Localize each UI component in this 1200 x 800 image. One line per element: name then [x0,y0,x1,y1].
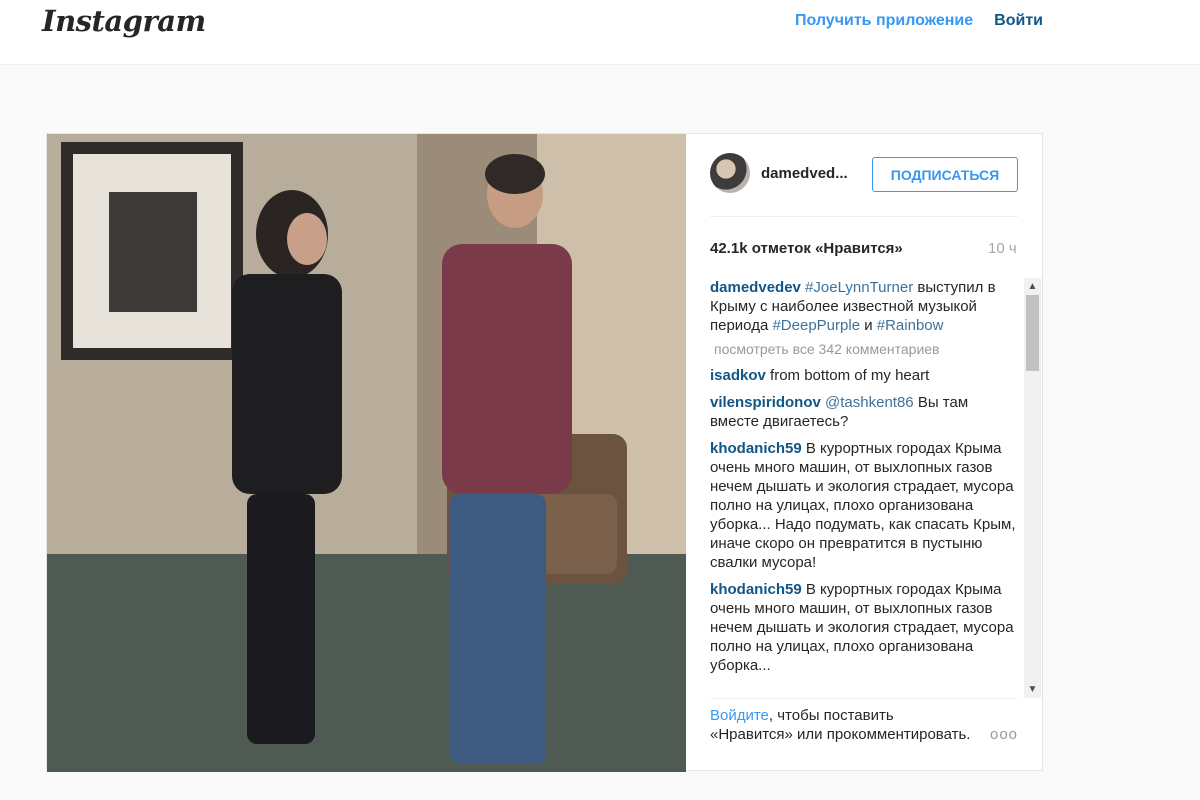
post-photo [47,134,686,772]
author-avatar[interactable] [710,153,750,193]
login-prompt-link[interactable]: Войдите [710,707,769,724]
comments-scrollbar[interactable]: ▲ ▼ [1024,278,1041,698]
author-name[interactable]: damedved... [761,165,848,182]
comment-user[interactable]: isadkov [710,367,766,384]
caption-hashtag[interactable]: #JoeLynnTurner [805,279,913,296]
caption-hashtag[interactable]: #DeepPurple [772,317,860,334]
comment-mention[interactable]: @tashkent86 [825,394,914,411]
instagram-logo[interactable]: Instagram [42,4,206,38]
login-link[interactable]: Войти [994,12,1043,30]
comment-item: isadkov from bottom of my heart [710,366,1028,385]
top-navigation-bar: Instagram Получить приложение Войти [0,0,1200,65]
post-time[interactable]: 10 ч [988,240,1017,257]
scroll-down-icon[interactable]: ▼ [1024,681,1041,698]
likes-count[interactable]: 42.1k отметок «Нравится» [710,240,903,257]
header-actions: Получить приложение Войти [795,12,1043,30]
comment-user[interactable]: khodanich59 [710,581,802,598]
header-divider [710,216,1018,217]
comment-text: В курортных городах Крыма очень много ма… [710,440,1016,571]
comment-text: from bottom of my heart [770,367,930,384]
post-sidebar: damedved... ПОДПИСАТЬСЯ 42.1k отметок «Н… [686,134,1042,770]
comment-item: khodanich59 В курортных городах Крыма оч… [710,580,1028,675]
comment-user[interactable]: khodanich59 [710,440,802,457]
follow-button[interactable]: ПОДПИСАТЬСЯ [872,157,1018,192]
post-caption: damedvedev #JoeLynnTurner выступил в Кры… [710,278,1028,335]
post-author: damedved... [710,153,848,193]
comment-item: vilenspiridonov @tashkent86 Вы там вмест… [710,393,1028,431]
comments-section[interactable]: damedvedev #JoeLynnTurner выступил в Кры… [710,278,1028,698]
post-card: damedved... ПОДПИСАТЬСЯ 42.1k отметок «Н… [46,133,1043,772]
view-all-comments-link[interactable]: посмотреть все 342 комментариев [714,341,1028,357]
scroll-up-icon[interactable]: ▲ [1024,278,1041,295]
more-options-icon[interactable]: ооо [990,726,1018,743]
get-app-link[interactable]: Получить приложение [795,12,973,30]
comment-item: khodanich59 В курортных городах Крыма оч… [710,439,1028,572]
footer-divider [710,698,1018,699]
login-prompt: Войдите, чтобы поставить «Нравится» или … [710,706,980,744]
scrollbar-thumb[interactable] [1026,295,1039,371]
caption-text: и [860,317,877,334]
caption-user[interactable]: damedvedev [710,279,801,296]
comment-user[interactable]: vilenspiridonov [710,394,821,411]
caption-hashtag[interactable]: #Rainbow [877,317,944,334]
